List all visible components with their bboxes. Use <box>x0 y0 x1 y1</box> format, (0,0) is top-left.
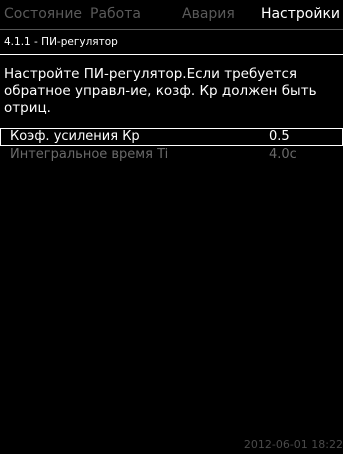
tab-settings[interactable]: Настройки <box>258 0 343 28</box>
parameter-row-integral-time-ti[interactable]: Интегральное время Ti 4.0с <box>0 146 343 164</box>
tab-operation[interactable]: Работа <box>90 0 141 28</box>
parameter-row-gain-kp[interactable]: Коэф. усиления Кр 0.5 <box>0 128 343 146</box>
parameter-label: Коэф. усиления Кр <box>10 129 140 144</box>
parameter-label: Интегральное время Ti <box>10 147 169 162</box>
status-datetime: 2012-06-01 18:22 <box>243 438 343 451</box>
tab-divider <box>0 29 343 30</box>
help-description: Настройте ПИ-регулятор.Если требуется об… <box>4 66 317 116</box>
tab-bar: Состояние Работа Авария Настройки <box>0 0 343 28</box>
breadcrumb: 4.1.1 - ПИ-регулятор <box>4 36 118 48</box>
parameter-value: 0.5 <box>269 129 290 144</box>
tab-status[interactable]: Состояние <box>4 0 82 28</box>
header-divider <box>0 54 343 55</box>
tab-alarm[interactable]: Авария <box>182 0 235 28</box>
parameter-value: 4.0с <box>269 147 297 162</box>
